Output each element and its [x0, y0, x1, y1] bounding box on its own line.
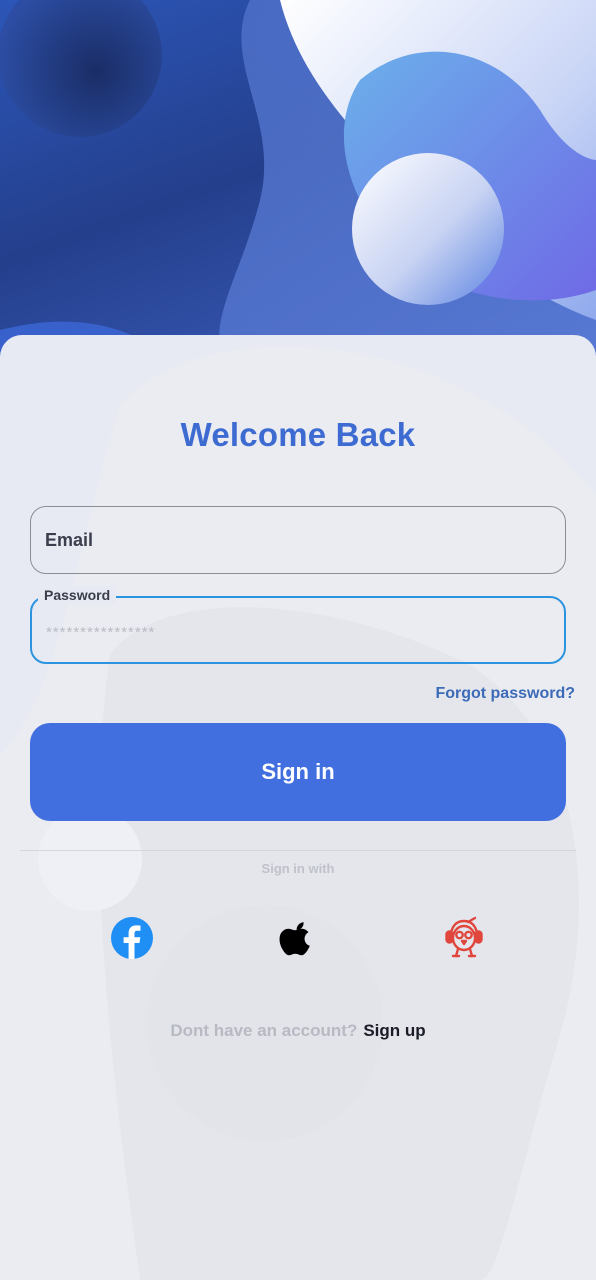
welcome-title: Welcome Back: [180, 416, 416, 453]
login-card: Welcome Back Password Forgot password? S…: [0, 335, 596, 1280]
header-illustration: [0, 0, 596, 370]
robot-login-button[interactable]: [442, 916, 486, 960]
apple-login-button[interactable]: [276, 916, 320, 960]
password-input[interactable]: [32, 598, 564, 662]
divider: [20, 850, 576, 851]
sign-in-with-label: Sign in with: [261, 861, 335, 876]
abstract-shapes-illustration: [0, 0, 596, 370]
password-field[interactable]: [30, 596, 566, 664]
no-account-text: Dont have an account?: [170, 1021, 358, 1040]
robot-icon: [445, 916, 483, 958]
sign-up-link[interactable]: Sign up: [363, 1021, 425, 1040]
sign-in-button[interactable]: Sign in: [30, 723, 566, 821]
email-input[interactable]: [31, 507, 565, 573]
forgot-password-link[interactable]: Forgot password?: [435, 685, 575, 703]
password-label: Password: [38, 586, 117, 604]
facebook-login-button[interactable]: [110, 916, 154, 960]
apple-icon: [279, 922, 310, 956]
signup-prompt: Dont have an account? Sign up: [0, 1021, 596, 1041]
facebook-icon: [111, 917, 153, 959]
email-field[interactable]: [30, 506, 566, 574]
